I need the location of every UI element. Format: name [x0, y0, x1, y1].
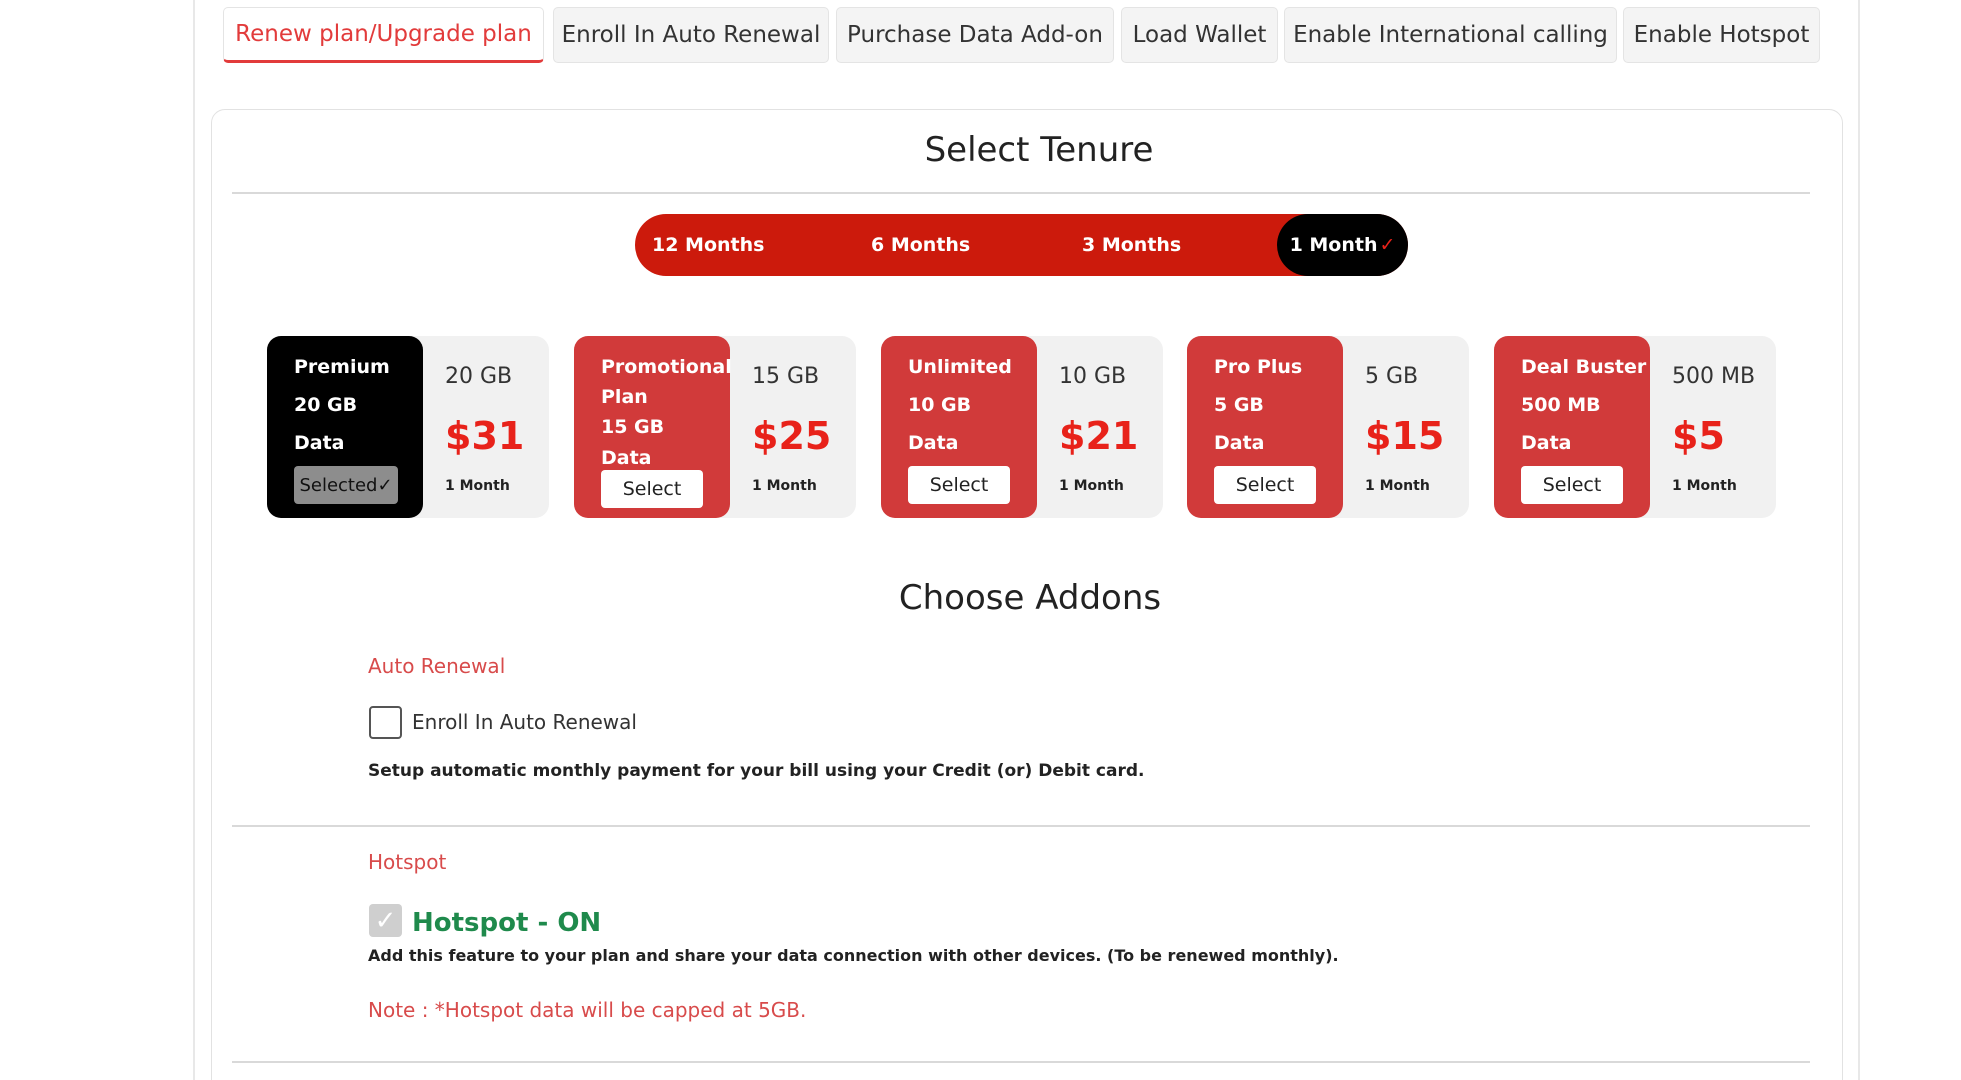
tenure-option-6-months[interactable]: 6 Months: [871, 214, 970, 276]
page-right-border: [1858, 0, 1860, 1080]
plan-card-label: Promotional Plan 15 GB Data Select: [574, 336, 732, 518]
plan-tenure: 1 Month: [445, 478, 510, 494]
plan-card-label: Unlimited 10 GB Data Select: [881, 336, 1037, 518]
plan-tenure: 1 Month: [1059, 478, 1124, 494]
auto-renewal-checkbox[interactable]: [369, 706, 402, 739]
plan-data-amount: 10 GB: [908, 394, 972, 416]
plan-data-label: Data: [294, 432, 345, 454]
tenure-option-3-months[interactable]: 3 Months: [1082, 214, 1181, 276]
tab-enable-international-calling[interactable]: Enable International calling: [1284, 7, 1617, 63]
tab-load-wallet[interactable]: Load Wallet: [1121, 7, 1278, 63]
hotspot-note: Note : *Hotspot data will be capped at 5…: [368, 998, 807, 1022]
plan-size: 10 GB: [1059, 364, 1127, 389]
plan-data-label: Data: [1214, 432, 1265, 454]
plan-size: 500 MB: [1672, 364, 1756, 389]
plan-name: Premium: [294, 356, 390, 378]
plan-card-unlimited: Unlimited 10 GB Data Select 10 GB $21 1 …: [881, 336, 1163, 518]
tab-enable-hotspot[interactable]: Enable Hotspot: [1623, 7, 1820, 63]
plan-price: $5: [1672, 414, 1725, 458]
plan-name: Unlimited: [908, 356, 1012, 378]
hotspot-status: Hotspot - ON: [412, 908, 602, 938]
plan-tenure: 1 Month: [1365, 478, 1430, 494]
plan-card-label: Premium 20 GB Data Selected✓: [267, 336, 423, 518]
plan-size: 20 GB: [445, 364, 513, 389]
divider: [232, 192, 1810, 194]
plan-data-amount: 20 GB: [294, 394, 358, 416]
tab-purchase-data-addon[interactable]: Purchase Data Add-on: [836, 7, 1114, 63]
divider: [232, 1061, 1810, 1063]
tenure-option-1-month[interactable]: 1 Month ✓: [1277, 214, 1408, 276]
plan-card-deal-buster: Deal Buster 500 MB Data Select 500 MB $5…: [1494, 336, 1776, 518]
auto-renewal-label: Auto Renewal: [368, 654, 506, 678]
checkmark-icon: ✓: [1379, 234, 1396, 256]
plan-price: $25: [752, 414, 832, 458]
plan-select-button[interactable]: Select: [601, 470, 703, 508]
plan-price: $21: [1059, 414, 1139, 458]
plan-tenure: 1 Month: [1672, 478, 1737, 494]
checkmark-icon: ✓: [374, 905, 397, 936]
hotspot-checkbox[interactable]: ✓: [369, 904, 402, 937]
plan-tenure: 1 Month: [752, 478, 817, 494]
plan-size: 5 GB: [1365, 364, 1419, 389]
hotspot-description: Add this feature to your plan and share …: [368, 946, 1339, 965]
plan-select-button[interactable]: Select: [1521, 466, 1623, 504]
plan-card-pro-plus: Pro Plus 5 GB Data Select 5 GB $15 1 Mon…: [1187, 336, 1469, 518]
plan-size: 15 GB: [752, 364, 820, 389]
tab-enroll-auto-renewal[interactable]: Enroll In Auto Renewal: [553, 7, 829, 63]
plan-name: Deal Buster: [1521, 356, 1647, 378]
plan-card-premium: Premium 20 GB Data Selected✓ 20 GB $31 1…: [267, 336, 549, 518]
plan-data-label: Data: [601, 447, 652, 469]
tenure-option-12-months[interactable]: 12 Months: [652, 214, 764, 276]
plan-select-button[interactable]: Select: [908, 466, 1010, 504]
plan-name: Pro Plus: [1214, 356, 1303, 378]
select-tenure-title: Select Tenure: [924, 130, 1154, 170]
plan-select-button[interactable]: Select: [1214, 466, 1316, 504]
tab-renew-upgrade-plan[interactable]: Renew plan/Upgrade plan: [223, 7, 544, 63]
auto-renewal-description: Setup automatic monthly payment for your…: [368, 761, 1145, 781]
divider: [232, 825, 1810, 827]
plan-card-promotional: Promotional Plan 15 GB Data Select 15 GB…: [574, 336, 856, 518]
plan-price: $15: [1365, 414, 1445, 458]
plan-card-label: Deal Buster 500 MB Data Select: [1494, 336, 1650, 518]
page-left-border: [193, 0, 195, 1080]
plan-data-amount: 15 GB: [601, 416, 665, 438]
plan-card-label: Pro Plus 5 GB Data Select: [1187, 336, 1343, 518]
choose-addons-title: Choose Addons: [898, 578, 1162, 618]
auto-renewal-checkbox-label[interactable]: Enroll In Auto Renewal: [412, 710, 637, 734]
tenure-selector: 12 Months 6 Months 3 Months 1 Month ✓: [635, 214, 1408, 276]
plan-selected-button[interactable]: Selected✓: [294, 466, 398, 504]
plan-data-label: Data: [1521, 432, 1572, 454]
plan-data-amount: 5 GB: [1214, 394, 1264, 416]
plan-name: Promotional Plan: [601, 356, 732, 408]
plan-price: $31: [445, 414, 525, 458]
hotspot-label: Hotspot: [368, 850, 447, 874]
plan-data-amount: 500 MB: [1521, 394, 1601, 416]
tenure-option-label: 1 Month: [1289, 234, 1378, 256]
plan-data-label: Data: [908, 432, 959, 454]
